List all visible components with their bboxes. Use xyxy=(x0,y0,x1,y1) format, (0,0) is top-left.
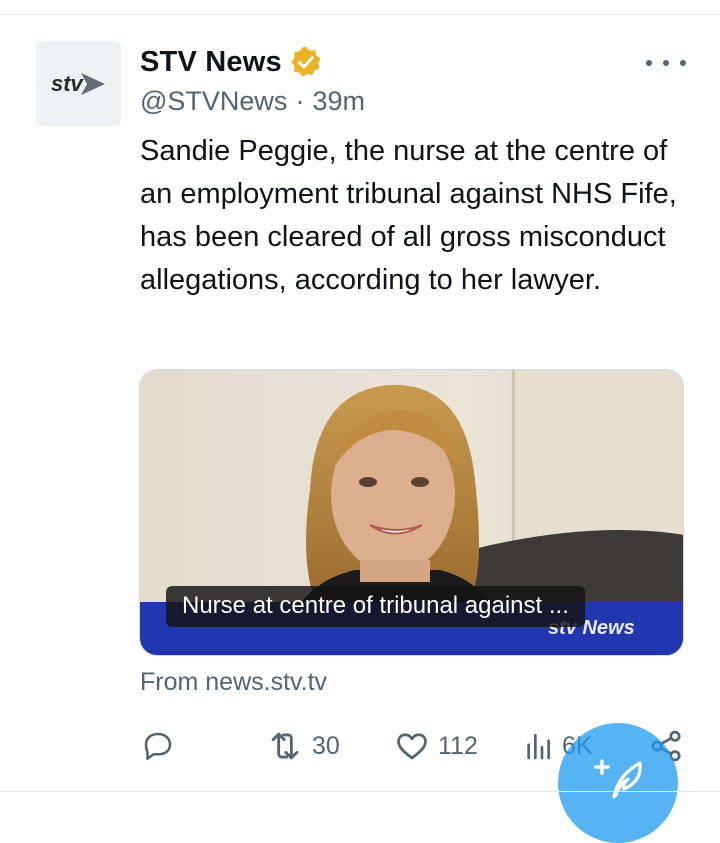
separator-dot: · xyxy=(295,86,305,116)
more-dot-icon xyxy=(680,60,686,66)
handle-row: @STVNews · 39m xyxy=(140,86,365,117)
heart-icon xyxy=(397,733,427,760)
compose-tweet-button[interactable] xyxy=(558,723,678,843)
views-chart-icon xyxy=(527,734,550,760)
author-handle[interactable]: @STVNews xyxy=(140,86,287,117)
stv-logo-icon: stv xyxy=(51,71,105,96)
link-card[interactable]: stv News Nurse at centre of tribunal aga… xyxy=(139,369,684,656)
card-caption: Nurse at centre of tribunal against ... xyxy=(166,586,585,627)
more-dot-icon xyxy=(663,60,669,66)
avatar[interactable]: stv xyxy=(36,41,121,126)
tweet-text: Sandie Peggie, the nurse at the centre o… xyxy=(140,135,677,296)
reply-icon xyxy=(144,732,172,761)
like-button[interactable]: 112 xyxy=(394,722,478,770)
more-options-button[interactable] xyxy=(646,53,686,73)
author-row: STV News xyxy=(140,42,322,82)
svg-text:stv: stv xyxy=(51,71,85,96)
author-display-name[interactable]: STV News xyxy=(140,46,282,79)
retweet-button[interactable]: 30 xyxy=(266,722,340,770)
like-count: 112 xyxy=(438,731,478,760)
card-source[interactable]: From news.stv.tv xyxy=(140,668,327,697)
timestamp[interactable]: 39m xyxy=(312,86,365,117)
top-divider xyxy=(0,14,720,15)
retweet-icon xyxy=(271,732,299,760)
verified-badge-icon xyxy=(291,47,321,77)
bottom-divider xyxy=(0,791,720,792)
reply-button[interactable] xyxy=(140,722,176,770)
compose-feather-icon xyxy=(594,759,642,799)
retweet-count: 30 xyxy=(312,731,340,760)
more-dot-icon xyxy=(646,60,652,66)
